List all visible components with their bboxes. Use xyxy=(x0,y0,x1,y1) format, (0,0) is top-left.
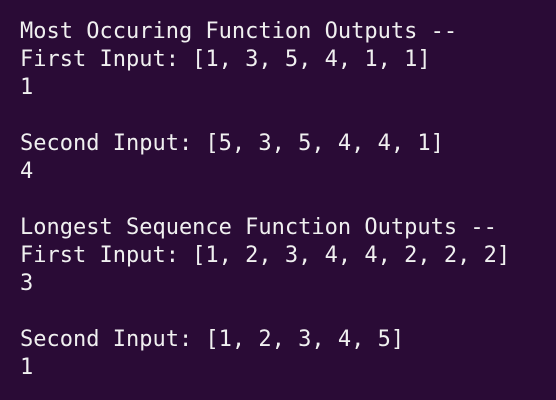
first-input-line: First Input: [1, 2, 3, 4, 4, 2, 2, 2] xyxy=(20,243,511,268)
section-heading-most-occuring: Most Occuring Function Outputs -- xyxy=(20,19,458,44)
first-output-value: 1 xyxy=(20,75,34,100)
first-output-value: 3 xyxy=(20,271,34,296)
second-output-value: 4 xyxy=(20,159,34,184)
terminal-output: Most Occuring Function Outputs -- First … xyxy=(0,0,556,400)
second-input-line: Second Input: [5, 3, 5, 4, 4, 1] xyxy=(20,131,444,156)
section-heading-longest-sequence: Longest Sequence Function Outputs -- xyxy=(20,215,497,240)
second-input-line: Second Input: [1, 2, 3, 4, 5] xyxy=(20,327,405,352)
first-input-line: First Input: [1, 3, 5, 4, 1, 1] xyxy=(20,47,431,72)
second-output-value: 1 xyxy=(20,355,34,380)
